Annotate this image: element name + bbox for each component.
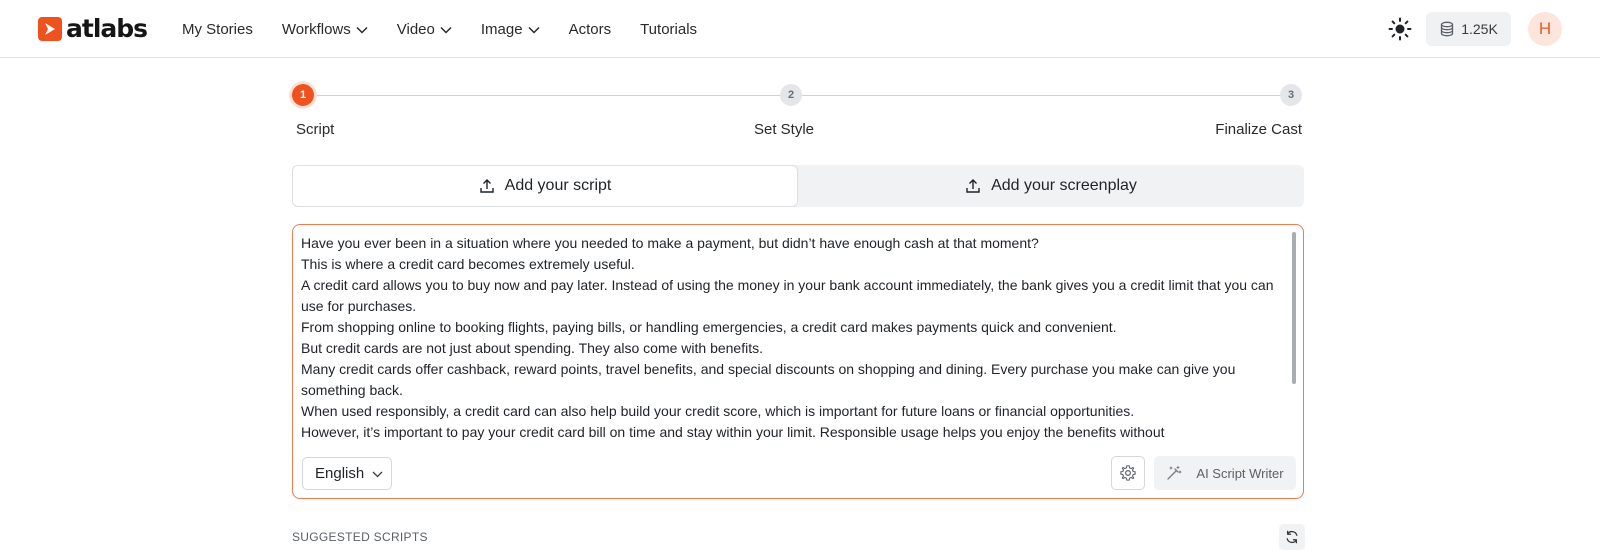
nav-item-video[interactable]: Video	[397, 19, 452, 39]
progress-stepper: 1 2 3 Script Set Style Finalize Cast	[292, 84, 1302, 144]
step-2-label: Set Style	[753, 121, 815, 138]
upload-icon	[966, 179, 980, 193]
tab-label: Add your script	[504, 177, 612, 194]
nav-item-tutorials[interactable]: Tutorials	[640, 19, 697, 39]
nav-item-label: Video	[396, 20, 435, 38]
step-1-indicator[interactable]: 1	[292, 84, 314, 106]
theme-toggle-sun-icon[interactable]	[1388, 17, 1412, 41]
refresh-icon	[1286, 530, 1298, 544]
ai-script-writer-button[interactable]: AI Script Writer	[1154, 456, 1296, 490]
chevron-down-icon	[440, 21, 452, 38]
upload-icon	[479, 179, 494, 193]
nav-item-label: Actors	[568, 20, 612, 38]
magic-wand-icon	[1167, 465, 1182, 480]
script-settings-button[interactable]	[1111, 456, 1145, 490]
step-2-indicator[interactable]: 2	[780, 84, 802, 106]
step-connector	[314, 95, 780, 96]
user-avatar[interactable]: H	[1528, 12, 1562, 46]
nav-item-actors[interactable]: Actors	[569, 19, 612, 39]
tab-add-script[interactable]: Add your script	[292, 165, 798, 207]
top-navigation-bar: atlabs My Stories Workflows Video Image …	[0, 0, 1600, 58]
language-select[interactable]: English	[302, 457, 392, 490]
step-1-label: Script	[296, 121, 335, 138]
script-line: This is where a credit card becomes extr…	[301, 256, 635, 272]
script-line: However, it’s important to pay your cred…	[301, 424, 1165, 440]
script-line: Many credit cards offer cashback, reward…	[301, 361, 1236, 398]
scrollbar-thumb[interactable]	[1292, 232, 1296, 384]
tab-add-screenplay[interactable]: Add your screenplay	[798, 165, 1304, 207]
script-line: From shopping online to booking flights,…	[301, 319, 1117, 335]
editor-scrollbar[interactable]	[1291, 231, 1297, 443]
suggested-scripts-heading: SUGGESTED SCRIPTS	[292, 530, 428, 544]
script-line: A credit card allows you to buy now and …	[301, 277, 1274, 314]
logo-play-icon	[38, 17, 62, 41]
nav-item-label: Tutorials	[640, 20, 698, 38]
brand-name: atlabs	[66, 14, 148, 43]
brand-logo[interactable]: atlabs	[38, 14, 148, 43]
nav-item-my-stories[interactable]: My Stories	[182, 19, 253, 39]
step-3-indicator[interactable]: 3	[1280, 84, 1302, 106]
nav-item-label: Workflows	[281, 20, 351, 38]
tab-label: Add your screenplay	[991, 177, 1137, 194]
script-line: When used responsibly, a credit card can…	[301, 403, 1135, 419]
ai-button-label: AI Script Writer	[1196, 465, 1284, 481]
refresh-suggestions-button[interactable]	[1279, 524, 1305, 550]
script-editor[interactable]: Have you ever been in a situation where …	[292, 224, 1304, 499]
script-line: Have you ever been in a situation where …	[301, 235, 1039, 251]
language-value: English	[315, 465, 365, 482]
nav-item-label: My Stories	[182, 20, 253, 38]
script-line: But credit cards are not just about spen…	[301, 340, 763, 356]
chevron-down-icon	[528, 21, 540, 38]
nav-item-workflows[interactable]: Workflows	[282, 19, 368, 39]
gear-icon	[1120, 465, 1136, 481]
credits-value: 1.25K	[1461, 21, 1498, 37]
credits-balance-button[interactable]: 1.25K	[1426, 12, 1511, 46]
chevron-down-icon	[356, 21, 368, 38]
nav-item-image[interactable]: Image	[481, 19, 540, 39]
script-textarea[interactable]: Have you ever been in a situation where …	[301, 233, 1279, 443]
step-connector	[802, 95, 1281, 96]
nav-item-label: Image	[480, 20, 523, 38]
main-nav: My Stories Workflows Video Image Actors …	[182, 19, 726, 39]
step-3-label: Finalize Cast	[1215, 121, 1302, 138]
chevron-down-icon	[372, 465, 383, 482]
script-source-tabs: Add your script Add your screenplay	[292, 165, 1304, 207]
coins-icon	[1441, 21, 1454, 37]
